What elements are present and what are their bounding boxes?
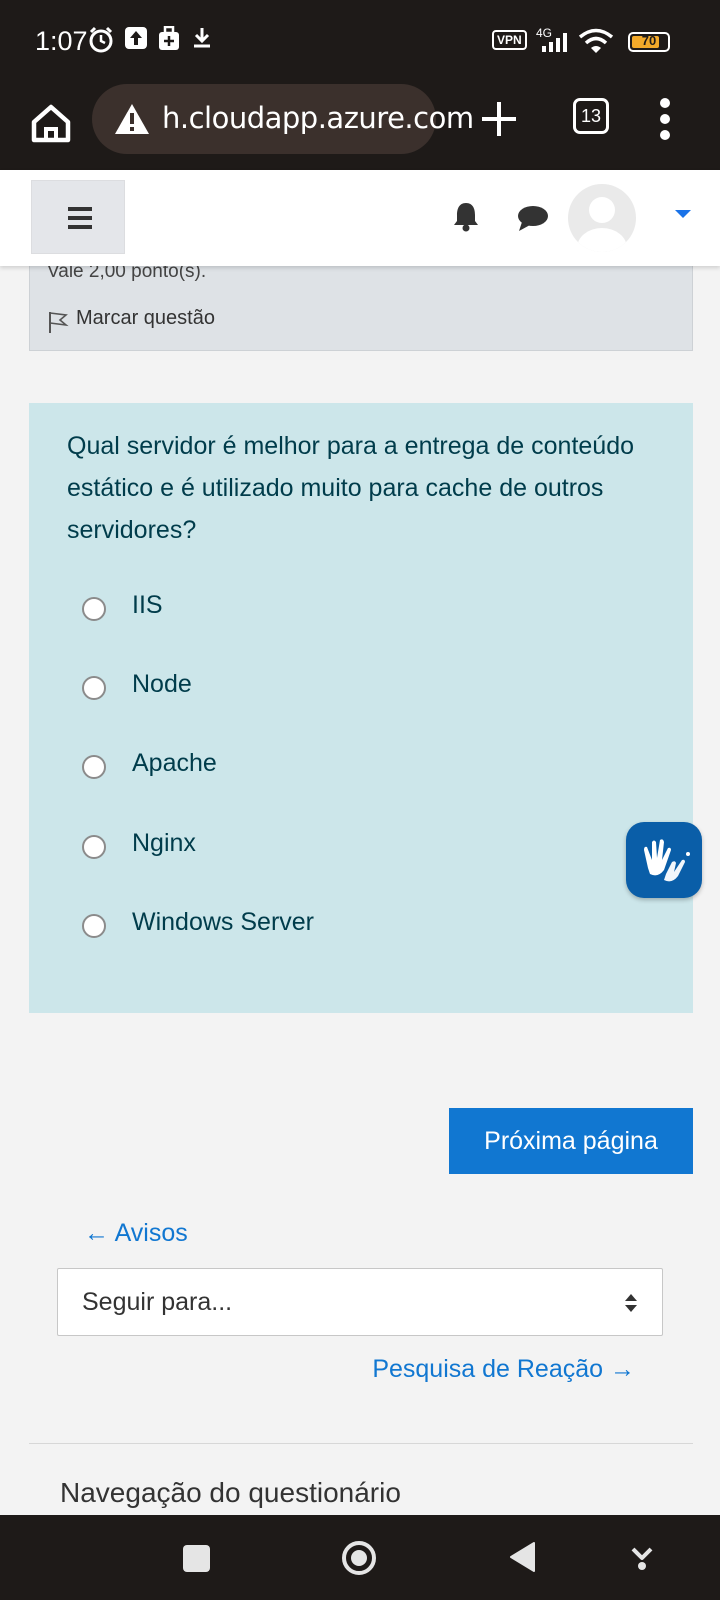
browser-toolbar: h.cloudapp.azure.com 13 xyxy=(0,84,720,170)
answer-label[interactable]: IIS xyxy=(132,591,163,620)
flag-icon[interactable] xyxy=(47,310,69,334)
chat-icon[interactable] xyxy=(517,204,549,232)
upload-icon xyxy=(125,27,147,49)
quiz-navigation-title: Navegação do questionário xyxy=(60,1477,401,1508)
vlibras-button[interactable] xyxy=(626,822,702,898)
user-silhouette-icon xyxy=(577,197,627,252)
sign-language-hands-icon xyxy=(644,839,690,882)
battery-level: 70 xyxy=(641,33,657,48)
radio-button[interactable] xyxy=(82,676,106,700)
answer-label[interactable]: Node xyxy=(132,670,192,699)
select-value: Seguir para... xyxy=(82,1288,233,1316)
warning-icon xyxy=(115,104,149,134)
radio-button[interactable] xyxy=(82,755,106,779)
next-page-button[interactable]: Próxima página xyxy=(449,1108,693,1174)
answer-label[interactable]: Windows Server xyxy=(132,908,314,937)
download-icon xyxy=(194,28,210,48)
home-circle-icon[interactable] xyxy=(341,1540,377,1576)
radio-button[interactable] xyxy=(82,597,106,621)
question-text: Qual servidor é melhor para a entrega de… xyxy=(67,432,635,544)
menu-icon[interactable] xyxy=(659,96,671,142)
next-activity-link[interactable]: Pesquisa de Reação → xyxy=(372,1355,635,1384)
flag-question-link[interactable]: Marcar questão xyxy=(76,307,215,330)
hide-nav-icon[interactable] xyxy=(630,1543,654,1571)
divider xyxy=(29,1443,693,1444)
jump-to-select[interactable]: Seguir para... xyxy=(57,1268,663,1336)
recents-icon[interactable] xyxy=(183,1545,210,1572)
answer-label[interactable]: Apache xyxy=(132,749,217,778)
vpn-badge: VPN xyxy=(492,30,527,50)
bell-icon[interactable] xyxy=(452,200,480,232)
nav-drawer-button[interactable] xyxy=(31,180,125,254)
site-header xyxy=(0,170,720,266)
answer-label[interactable]: Nginx xyxy=(132,829,196,858)
url-text: h.cloudapp.azure.com xyxy=(162,101,474,135)
battery-icon: 70 xyxy=(628,32,670,52)
clock: 1:07 xyxy=(35,26,88,56)
signal-icon xyxy=(542,33,567,52)
alarm-icon xyxy=(89,26,113,53)
previous-activity-link[interactable]: ← Avisos xyxy=(84,1219,188,1248)
back-icon[interactable] xyxy=(508,1541,536,1573)
system-navigation-bar xyxy=(0,1515,720,1600)
wifi-icon xyxy=(578,28,614,53)
radio-button[interactable] xyxy=(82,914,106,938)
address-bar[interactable]: h.cloudapp.azure.com xyxy=(92,84,474,154)
briefcase-icon xyxy=(159,26,179,50)
sort-arrows-icon xyxy=(625,1294,637,1312)
status-bar: 1:07 VPN 4G 70 xyxy=(0,0,720,84)
radio-button[interactable] xyxy=(82,835,106,859)
home-icon[interactable] xyxy=(26,98,76,148)
chevron-down-icon[interactable] xyxy=(675,210,691,218)
avatar[interactable] xyxy=(568,184,636,252)
question-content: Qual servidor é melhor para a entrega de… xyxy=(29,403,693,1013)
tab-switcher-button[interactable]: 13 xyxy=(573,98,609,134)
new-tab-icon[interactable] xyxy=(476,96,522,142)
